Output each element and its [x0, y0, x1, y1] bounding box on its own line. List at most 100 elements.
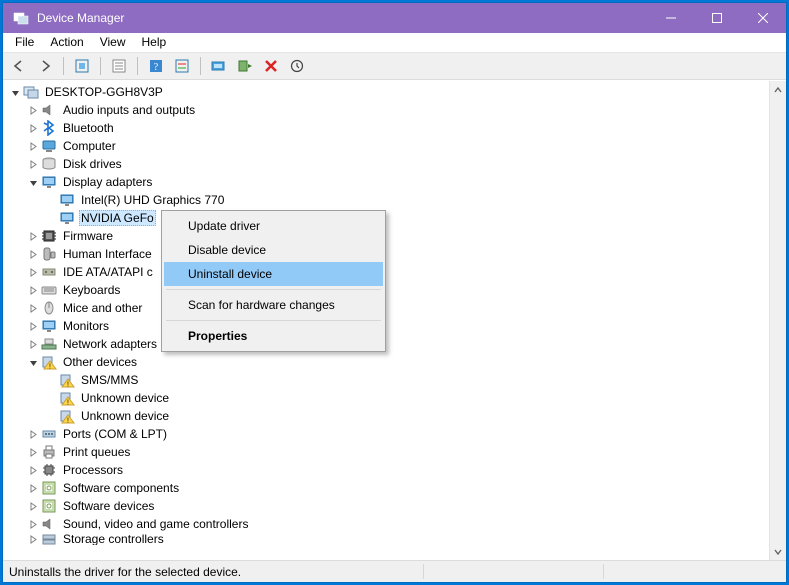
chevron-right-icon[interactable]	[25, 246, 41, 262]
chevron-right-icon[interactable]	[25, 426, 41, 442]
mouse-icon	[41, 300, 57, 316]
device-manager-window: Device Manager File Action View Help ?	[3, 3, 786, 582]
uninstall-button[interactable]	[259, 55, 283, 77]
tree-node[interactable]: Ports (COM & LPT)	[3, 425, 769, 443]
tree-node[interactable]: Software devices	[3, 497, 769, 515]
tree-node[interactable]: Network adapters	[3, 335, 769, 353]
tree-node[interactable]: Firmware	[3, 227, 769, 245]
titlebar: Device Manager	[3, 3, 786, 33]
disk-icon	[41, 156, 57, 172]
tree-node[interactable]: Software components	[3, 479, 769, 497]
tree-node[interactable]: Bluetooth	[3, 119, 769, 137]
chevron-down-icon[interactable]	[25, 174, 41, 190]
tree-node[interactable]: Intel(R) UHD Graphics 770	[3, 191, 769, 209]
back-button[interactable]	[7, 55, 31, 77]
port-icon	[41, 426, 57, 442]
vertical-scrollbar[interactable]	[769, 81, 786, 560]
menu-action[interactable]: Action	[42, 33, 91, 51]
scroll-up-button[interactable]	[770, 81, 786, 98]
ctx-uninstall-device[interactable]: Uninstall device	[164, 262, 383, 286]
tree-node-label: Network adapters	[61, 337, 159, 351]
statusbar: Uninstalls the driver for the selected d…	[3, 560, 786, 582]
chevron-right-icon[interactable]	[25, 120, 41, 136]
tree-node[interactable]: Storage controllers	[3, 533, 769, 545]
toolbar-sep	[137, 57, 138, 75]
chevron-right-icon[interactable]	[25, 228, 41, 244]
tree-node-label: IDE ATA/ATAPI c	[61, 265, 155, 279]
tree-node[interactable]: Monitors	[3, 317, 769, 335]
printer-icon	[41, 444, 57, 460]
tree-node-label: SMS/MMS	[79, 373, 140, 387]
chevron-right-icon[interactable]	[25, 480, 41, 496]
chevron-down-icon[interactable]	[25, 354, 41, 370]
tree-node[interactable]: Human Interface	[3, 245, 769, 263]
ctx-properties[interactable]: Properties	[164, 324, 383, 348]
tree-node[interactable]: DESKTOP-GGH8V3P	[3, 83, 769, 101]
chevron-right-icon[interactable]	[25, 102, 41, 118]
tree-node-label: Keyboards	[61, 283, 122, 297]
ctx-disable-device[interactable]: Disable device	[164, 238, 383, 262]
enable-device-button[interactable]	[233, 55, 257, 77]
status-text: Uninstalls the driver for the selected d…	[9, 565, 241, 579]
help-button[interactable]: ?	[144, 55, 168, 77]
storage-icon	[41, 533, 57, 545]
warning-icon: !	[59, 372, 75, 388]
chevron-right-icon[interactable]	[25, 462, 41, 478]
tree-node[interactable]: NVIDIA GeFo	[3, 209, 769, 227]
tree-node[interactable]: !Other devices	[3, 353, 769, 371]
chevron-right-icon[interactable]	[25, 498, 41, 514]
tree-node[interactable]: Processors	[3, 461, 769, 479]
tree-node[interactable]: Disk drives	[3, 155, 769, 173]
scroll-track[interactable]	[770, 98, 786, 543]
tree-node[interactable]: IDE ATA/ATAPI c	[3, 263, 769, 281]
ctx-scan-hardware[interactable]: Scan for hardware changes	[164, 293, 383, 317]
tree-node-label: Ports (COM & LPT)	[61, 427, 169, 441]
menu-file[interactable]: File	[7, 33, 42, 51]
maximize-button[interactable]	[694, 3, 740, 33]
tree-node-label: Mice and other	[61, 301, 144, 315]
tree-node[interactable]: Audio inputs and outputs	[3, 101, 769, 119]
chevron-right-icon[interactable]	[25, 300, 41, 316]
menu-view[interactable]: View	[92, 33, 134, 51]
scroll-down-button[interactable]	[770, 543, 786, 560]
svg-text:!: !	[67, 382, 69, 389]
tree-node-label: Disk drives	[61, 157, 124, 171]
tree-node[interactable]: Keyboards	[3, 281, 769, 299]
chevron-right-icon[interactable]	[25, 282, 41, 298]
tree-node[interactable]: !Unknown device	[3, 407, 769, 425]
menu-help[interactable]: Help	[134, 33, 175, 51]
minimize-button[interactable]	[648, 3, 694, 33]
update-driver-button[interactable]	[207, 55, 231, 77]
chevron-down-icon[interactable]	[7, 84, 23, 100]
tree-view[interactable]: DESKTOP-GGH8V3PAudio inputs and outputsB…	[3, 81, 769, 560]
software-icon	[41, 480, 57, 496]
properties-button[interactable]	[107, 55, 131, 77]
chevron-right-icon[interactable]	[25, 533, 41, 545]
chevron-right-icon[interactable]	[25, 264, 41, 280]
tree-node-label: Software components	[61, 481, 181, 495]
scan-hardware-button[interactable]	[285, 55, 309, 77]
tree-node[interactable]: Print queues	[3, 443, 769, 461]
chevron-right-icon[interactable]	[25, 444, 41, 460]
forward-button[interactable]	[33, 55, 57, 77]
chevron-right-icon[interactable]	[25, 318, 41, 334]
ctx-update-driver[interactable]: Update driver	[164, 214, 383, 238]
chevron-right-icon[interactable]	[25, 516, 41, 532]
tree-node[interactable]: Display adapters	[3, 173, 769, 191]
chevron-right-icon[interactable]	[25, 138, 41, 154]
tree-node[interactable]: Mice and other	[3, 299, 769, 317]
warning-icon: !	[59, 408, 75, 424]
toolbar-sep	[100, 57, 101, 75]
show-hidden-button[interactable]	[70, 55, 94, 77]
tree-node[interactable]: Sound, video and game controllers	[3, 515, 769, 533]
tree-node[interactable]: !Unknown device	[3, 389, 769, 407]
svg-text:!: !	[67, 400, 69, 407]
monitor-icon	[41, 318, 57, 334]
tree-node[interactable]: ! SMS/MMS	[3, 371, 769, 389]
close-button[interactable]	[740, 3, 786, 33]
chevron-right-icon[interactable]	[25, 336, 41, 352]
chevron-right-icon[interactable]	[25, 156, 41, 172]
tree-node[interactable]: Computer	[3, 137, 769, 155]
refresh-button[interactable]	[170, 55, 194, 77]
window-title: Device Manager	[37, 11, 124, 25]
